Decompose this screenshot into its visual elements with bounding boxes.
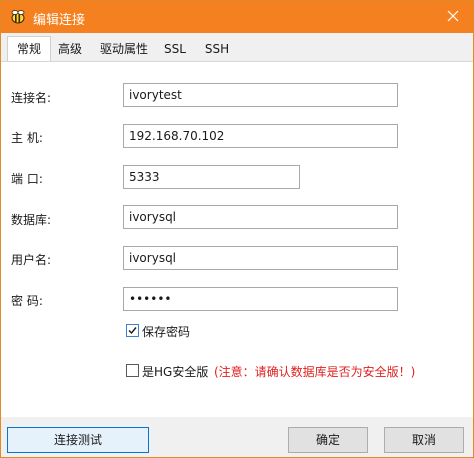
port-label: 端 口: (11, 172, 43, 186)
connection-name-input[interactable] (123, 83, 398, 107)
password-input[interactable]: •••••• (123, 287, 398, 311)
tab-ssl[interactable]: SSL (159, 38, 191, 62)
hg-secure-label: 是HG安全版 (142, 365, 209, 379)
tab-ssh[interactable]: SSH (199, 38, 235, 62)
host-label: 主 机: (11, 131, 43, 145)
hg-secure-checkbox[interactable] (126, 364, 139, 377)
host-input[interactable] (123, 124, 398, 148)
password-label: 密 码: (11, 294, 43, 308)
tab-advanced[interactable]: 高级 (53, 38, 87, 62)
username-input[interactable] (123, 246, 398, 270)
general-settings-panel: 连接名: 主 机: 端 口: 数据库: 用户名: 密 码: •••••• 保存密… (1, 61, 473, 417)
tab-bar: 常规 高级 驱动属性 SSL SSH (1, 33, 473, 63)
test-connection-button[interactable]: 连接测试 (7, 427, 149, 453)
hg-secure-warning: (注意：请确认数据库是否为安全版！) (214, 365, 416, 379)
connection-name-label: 连接名: (11, 91, 52, 105)
edit-connection-dialog: 编辑连接 常规 高级 驱动属性 SSL SSH 连接名: 主 机: 端 口: 数… (0, 0, 474, 458)
port-input[interactable] (123, 165, 300, 189)
password-masked-value: •••••• (129, 292, 172, 306)
close-button[interactable] (433, 1, 473, 33)
save-password-label: 保存密码 (142, 325, 191, 339)
bee-logo-icon (9, 8, 27, 26)
title-bar[interactable]: 编辑连接 (1, 1, 473, 33)
ok-button[interactable]: 确定 (288, 427, 368, 453)
username-label: 用户名: (11, 253, 52, 267)
save-password-checkbox[interactable] (126, 324, 139, 337)
cancel-button[interactable]: 取消 (384, 427, 464, 453)
close-icon (447, 10, 459, 25)
tab-general[interactable]: 常规 (7, 36, 51, 63)
window-title: 编辑连接 (33, 13, 86, 28)
database-input[interactable] (123, 205, 398, 229)
database-label: 数据库: (11, 213, 52, 227)
tab-driver-properties[interactable]: 驱动属性 (93, 38, 155, 62)
